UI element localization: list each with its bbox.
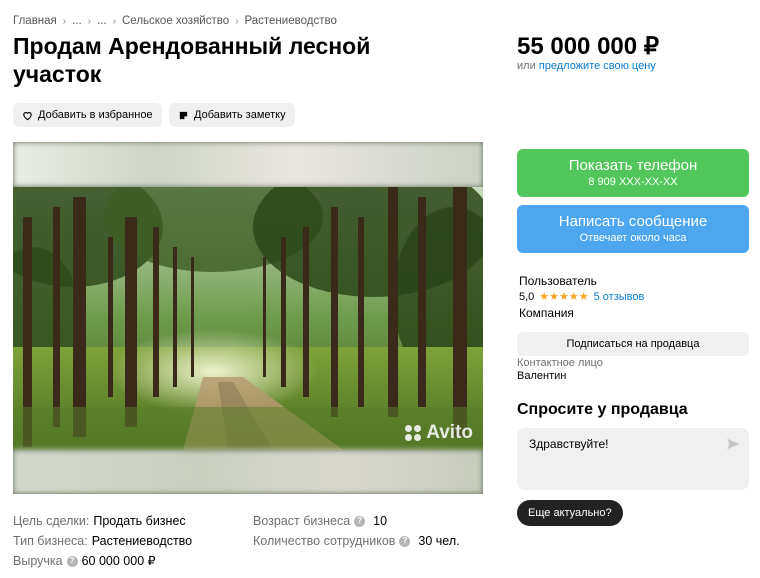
contact-person-name: Валентин bbox=[517, 370, 567, 382]
ask-seller-title: Спросите у продавца bbox=[517, 401, 688, 418]
breadcrumb-home[interactable]: Главная bbox=[13, 15, 57, 27]
help-icon[interactable]: ? bbox=[354, 515, 366, 527]
message-input[interactable]: Здравствуйте! bbox=[517, 428, 749, 490]
add-to-favorites-label: Добавить в избранное bbox=[38, 109, 153, 121]
param-value: 30 чел. bbox=[418, 534, 460, 548]
param-row: Тип бизнеса: Растениеводство bbox=[13, 531, 192, 551]
contact-person-label: Контактное лицо bbox=[517, 357, 603, 369]
show-phone-label: Показать телефон bbox=[568, 157, 698, 174]
breadcrumb-crop-production[interactable]: Растениеводство bbox=[244, 15, 336, 27]
help-icon[interactable]: ? bbox=[399, 535, 411, 547]
response-time-text: Отвечает около часа bbox=[579, 232, 687, 244]
avito-logo-icon bbox=[405, 425, 423, 441]
param-key: Возраст бизнеса bbox=[253, 514, 351, 528]
page-title: Продам Арендованный лесной участок bbox=[13, 33, 371, 87]
params-right: Возраст бизнеса ? 10 Количество сотрудни… bbox=[253, 511, 460, 551]
seller-rating: 5,0 ★★★★★ 5 отзывов bbox=[519, 290, 645, 304]
price-offer: или предложите свою цену bbox=[517, 60, 656, 72]
heart-icon bbox=[23, 111, 32, 120]
param-value: 10 bbox=[373, 514, 388, 528]
param-value: 60 000 000 ₽ bbox=[81, 554, 156, 568]
price: 55 000 000 ₽ bbox=[517, 33, 660, 60]
watermark-text: Avito bbox=[426, 422, 473, 443]
chevron-right-icon: › bbox=[62, 15, 67, 27]
show-phone-button[interactable]: Показать телефон 8 909 XXX-XX-XX bbox=[517, 149, 749, 197]
param-key: Выручка bbox=[13, 554, 63, 568]
rating-stars-icon: ★★★★★ bbox=[539, 291, 589, 303]
offer-price-link[interactable]: предложите свою цену bbox=[539, 60, 656, 72]
message-text: Здравствуйте! bbox=[529, 437, 609, 451]
params-left: Цель сделки: Продать бизнес Тип бизнеса:… bbox=[13, 511, 192, 571]
price-or-text: или bbox=[517, 60, 536, 72]
seller-kind: Компания bbox=[519, 306, 574, 320]
help-icon[interactable]: ? bbox=[66, 555, 78, 567]
reviews-link[interactable]: 5 отзывов bbox=[594, 291, 645, 303]
add-note-button[interactable]: Добавить заметку bbox=[169, 103, 295, 127]
add-to-favorites-button[interactable]: Добавить в избранное bbox=[13, 103, 162, 127]
write-message-button[interactable]: Написать сообщение Отвечает около часа bbox=[517, 205, 749, 253]
breadcrumb: Главная › ... › ... › Сельское хозяйство… bbox=[13, 15, 337, 27]
photo-gallery[interactable]: Avito bbox=[13, 142, 483, 494]
quick-reply-still-relevant[interactable]: Еще актуально? bbox=[517, 500, 623, 526]
send-icon[interactable] bbox=[726, 437, 740, 451]
param-key: Тип бизнеса: bbox=[13, 534, 88, 548]
param-row: Возраст бизнеса ? 10 bbox=[253, 511, 460, 531]
seller-type[interactable]: Пользователь bbox=[519, 274, 597, 288]
param-key: Цель сделки: bbox=[13, 514, 90, 528]
param-row: Количество сотрудников ? 30 чел. bbox=[253, 531, 460, 551]
forest-photo bbox=[13, 187, 483, 450]
subscribe-seller-button[interactable]: Подписаться на продавца bbox=[517, 332, 749, 356]
breadcrumb-agriculture[interactable]: Сельское хозяйство bbox=[122, 15, 229, 27]
breadcrumb-ellipsis-1[interactable]: ... bbox=[72, 15, 82, 27]
param-row: Выручка ? 60 000 000 ₽ bbox=[13, 551, 192, 571]
blurred-backdrop-bottom bbox=[13, 450, 483, 494]
add-note-label: Добавить заметку bbox=[194, 109, 286, 121]
param-row: Цель сделки: Продать бизнес bbox=[13, 511, 192, 531]
param-value: Продать бизнес bbox=[93, 514, 186, 528]
param-key: Количество сотрудников bbox=[253, 534, 396, 548]
chevron-right-icon: › bbox=[87, 15, 92, 27]
blurred-backdrop-top bbox=[13, 142, 483, 187]
write-message-label: Написать сообщение bbox=[558, 213, 708, 230]
note-icon bbox=[179, 111, 188, 119]
masked-phone-number: 8 909 XXX-XX-XX bbox=[588, 176, 678, 188]
param-value: Растениеводство bbox=[91, 534, 193, 548]
avito-watermark: Avito bbox=[405, 422, 473, 444]
breadcrumb-ellipsis-2[interactable]: ... bbox=[97, 15, 107, 27]
rating-value: 5,0 bbox=[519, 290, 535, 303]
chevron-right-icon: › bbox=[235, 15, 239, 27]
chevron-right-icon: › bbox=[112, 15, 116, 27]
